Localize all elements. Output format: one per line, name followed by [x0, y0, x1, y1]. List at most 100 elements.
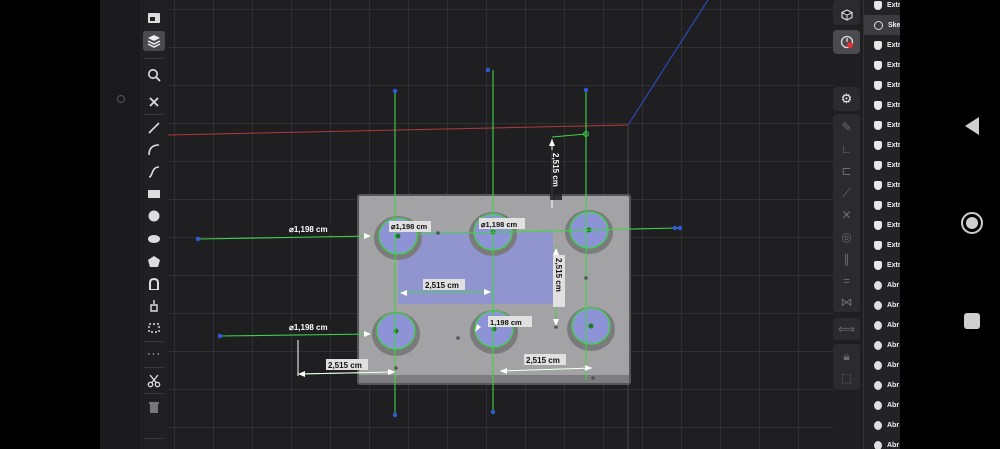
- spline-tool-icon: [148, 166, 160, 178]
- extrude-icon: [874, 40, 882, 50]
- home-button[interactable]: [960, 211, 984, 235]
- more-tools-button[interactable]: ···: [143, 344, 165, 364]
- viewport-canvas[interactable]: ⌀1,198 cm ⌀1,198 cm ⌀1,198 cm ⌀1,198 cm …: [167, 0, 833, 449]
- dimension-h1[interactable]: 2,515 cm: [423, 279, 465, 290]
- close-button[interactable]: [143, 92, 165, 112]
- circle-tool-button[interactable]: [143, 206, 165, 226]
- rectangle-tool-button[interactable]: [143, 184, 165, 204]
- ellipse-tool-button[interactable]: [143, 229, 165, 249]
- symmetric-tool-button[interactable]: ⋈: [836, 292, 857, 312]
- settings-button[interactable]: ⚙: [836, 89, 857, 109]
- slot-tool-icon: [149, 278, 159, 290]
- tree-item[interactable]: Extr: [864, 195, 900, 215]
- left-toolbar: ···: [140, 0, 169, 449]
- extrude-icon: [874, 240, 882, 250]
- tree-item-label: Abr: [887, 361, 900, 369]
- tree-item-label: Extr: [887, 221, 900, 229]
- parallel-tool-button[interactable]: ∥: [836, 249, 857, 269]
- fillet-icon: [874, 380, 882, 390]
- tree-item[interactable]: Extr: [864, 175, 900, 195]
- tree-item[interactable]: Extr: [864, 35, 900, 55]
- standoff-6: [567, 307, 615, 351]
- tree-item-label: Abr: [887, 441, 900, 449]
- frame-button[interactable]: ⬚: [836, 368, 857, 388]
- link-tool-button[interactable]: ⟺: [836, 319, 857, 339]
- layers-button[interactable]: [143, 31, 165, 51]
- equal-tool-button[interactable]: =: [836, 271, 857, 291]
- extrude-icon: [874, 60, 882, 70]
- dimension-v2[interactable]: 2,515 cm: [553, 255, 565, 307]
- dimension-d1[interactable]: ⌀1,198 cm: [286, 223, 344, 234]
- tree-item[interactable]: Extr: [864, 135, 900, 155]
- pencil-tool-button[interactable]: ✎: [836, 117, 857, 137]
- line-tool-icon: [148, 122, 160, 134]
- polygon-tool-button[interactable]: [143, 252, 165, 272]
- tree-item[interactable]: Extr: [864, 215, 900, 235]
- slot-tool-button[interactable]: [143, 274, 165, 294]
- dimension-d4[interactable]: ⌀1,198 cm: [286, 321, 344, 332]
- spline-tool-button[interactable]: [143, 162, 165, 182]
- dimension-h1-label: 2,515 cm: [425, 281, 459, 290]
- dimension-d5[interactable]: 1,198 cm: [488, 316, 532, 327]
- tree-item[interactable]: Abr: [864, 435, 900, 449]
- tree-item[interactable]: Extr: [864, 75, 900, 95]
- tree-item[interactable]: Abr: [864, 275, 900, 295]
- equal-icon: =: [842, 274, 850, 288]
- tree-item[interactable]: Abr: [864, 355, 900, 375]
- dimension-h2[interactable]: 2,515 cm: [326, 359, 368, 370]
- trash-button[interactable]: [143, 397, 165, 417]
- tree-item-label: Extr: [887, 161, 900, 169]
- search-button[interactable]: [143, 65, 165, 85]
- angle-icon: ∟: [840, 142, 853, 156]
- tree-item[interactable]: Abr: [864, 295, 900, 315]
- dimension-d2[interactable]: ⌀1,198 cm: [389, 221, 431, 232]
- arc-tool-button[interactable]: [143, 140, 165, 160]
- angle-tool-button[interactable]: ∟: [836, 139, 857, 159]
- dimension-d3[interactable]: ⌀1,198 cm: [479, 218, 525, 229]
- 3d-viewport[interactable]: ⌀1,198 cm ⌀1,198 cm ⌀1,198 cm ⌀1,198 cm …: [167, 0, 833, 449]
- recents-button[interactable]: [962, 311, 982, 331]
- tree-item[interactable]: Abr: [864, 315, 900, 335]
- tree-item[interactable]: Extr: [864, 115, 900, 135]
- display-mode-button[interactable]: [143, 8, 165, 28]
- diagonal-tool-button[interactable]: ⟋: [836, 183, 857, 203]
- view-cube-button[interactable]: [836, 5, 857, 25]
- scissors-button[interactable]: [143, 371, 165, 391]
- line-tool-button[interactable]: [143, 118, 165, 138]
- tree-item-label: Abr: [887, 381, 900, 389]
- analysis-button[interactable]: [836, 32, 857, 52]
- fillet-icon: [874, 400, 882, 410]
- tree-item[interactable]: Abr: [864, 395, 900, 415]
- dimension-v1[interactable]: 2,515 cm: [550, 150, 562, 200]
- bracket-icon: ⊏: [841, 164, 852, 178]
- dimension-d1-label: ⌀1,198 cm: [289, 225, 328, 234]
- point-tool-button[interactable]: [143, 296, 165, 316]
- tree-item[interactable]: Abr: [864, 375, 900, 395]
- tree-item-label: Extr: [887, 181, 900, 189]
- cross-tool-button[interactable]: ✕: [836, 205, 857, 225]
- tree-item[interactable]: Extr: [864, 235, 900, 255]
- extrude-icon: [874, 160, 882, 170]
- lock-button[interactable]: 🔒︎: [836, 346, 857, 366]
- parallel-icon: ∥: [843, 252, 850, 266]
- tree-item[interactable]: Extr: [864, 155, 900, 175]
- tree-item[interactable]: Ske: [864, 15, 900, 35]
- back-button[interactable]: [962, 116, 982, 136]
- tree-item[interactable]: Extr: [864, 255, 900, 275]
- tree-item[interactable]: Extr: [864, 55, 900, 75]
- bracket-tool-button[interactable]: ⊏: [836, 161, 857, 181]
- dimension-h3[interactable]: 2,515 cm: [524, 354, 566, 365]
- fillet-icon: [874, 340, 882, 350]
- extrude-icon: [874, 80, 882, 90]
- tree-item[interactable]: Extr: [864, 95, 900, 115]
- tree-item[interactable]: Abr: [864, 415, 900, 435]
- offset-tool-button[interactable]: [143, 318, 165, 338]
- fillet-icon: [874, 440, 882, 449]
- collapse-handle[interactable]: [117, 95, 125, 103]
- tree-item[interactable]: Abr: [864, 335, 900, 355]
- concentric-tool-button[interactable]: ◎: [836, 227, 857, 247]
- tree-item-label: Abr: [887, 301, 900, 309]
- tree-item[interactable]: Extr: [864, 0, 900, 15]
- tree-item-label: Extr: [887, 141, 900, 149]
- fillet-icon: [874, 320, 882, 330]
